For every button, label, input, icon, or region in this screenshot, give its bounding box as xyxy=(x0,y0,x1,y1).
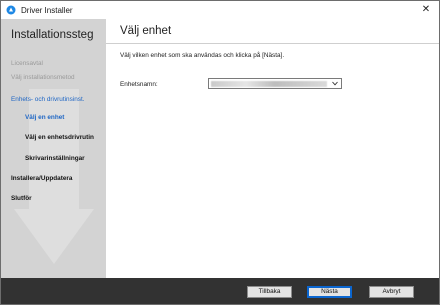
device-name-dropdown[interactable] xyxy=(208,78,342,89)
close-button[interactable]: ✕ xyxy=(419,3,433,17)
step-install-update: Installera/Uppdatera xyxy=(11,175,73,182)
device-name-value xyxy=(211,81,327,87)
step-select-device: Välj en enhet xyxy=(25,114,65,121)
step-select-driver: Välj en enhetsdrivrutin xyxy=(25,134,94,141)
button-bar: Tillbaka Nästa Avbryt xyxy=(1,278,439,304)
driver-installer-icon xyxy=(6,5,16,15)
sidebar-title: Installationssteg xyxy=(11,29,94,41)
steps-sidebar: Installationssteg Licensavtal Välj insta… xyxy=(1,19,106,278)
window-title: Driver Installer xyxy=(21,5,73,15)
page-title: Välj enhet xyxy=(120,25,172,37)
step-licensavtal: Licensavtal xyxy=(11,60,43,67)
title-divider xyxy=(106,43,439,44)
title-bar: Driver Installer ✕ xyxy=(1,1,439,19)
step-installation-method: Välj installationsmetod xyxy=(11,74,75,81)
chevron-down-icon[interactable] xyxy=(330,79,340,88)
device-name-label: Enhetsnamn: xyxy=(120,81,158,88)
instruction-text: Välj vilken enhet som ska användas och k… xyxy=(120,52,285,59)
step-finish: Slutför xyxy=(11,195,32,202)
next-button[interactable]: Nästa xyxy=(307,286,352,298)
main-content: Välj enhet Välj vilken enhet som ska anv… xyxy=(106,19,439,278)
step-printer-settings: Skrivarinställningar xyxy=(25,155,85,162)
installer-window: Driver Installer ✕ Installationssteg Lic… xyxy=(0,0,440,305)
back-button[interactable]: Tillbaka xyxy=(247,286,292,298)
cancel-button[interactable]: Avbryt xyxy=(369,286,414,298)
step-device-driver-install: Enhets- och drivrutinsinst. xyxy=(11,96,85,103)
